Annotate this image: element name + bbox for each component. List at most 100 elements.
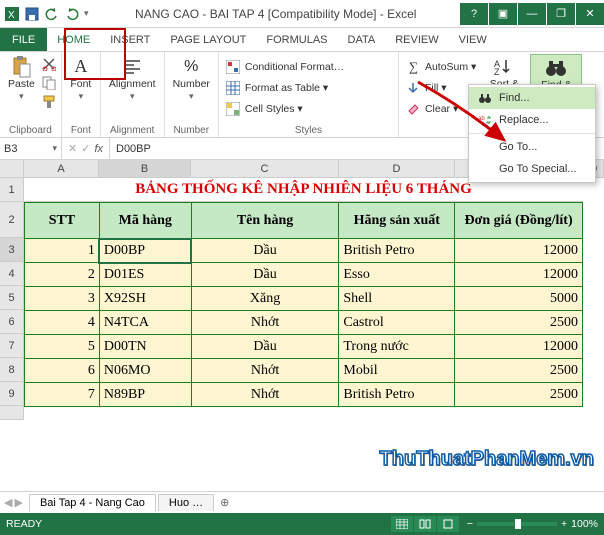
cell-ten[interactable]: Dầu xyxy=(191,239,339,263)
cell-hang[interactable]: Esso xyxy=(339,263,455,287)
paste-button[interactable]: Paste▾ xyxy=(5,54,38,103)
tab-formulas[interactable]: FORMULAS xyxy=(256,28,337,51)
name-box[interactable]: B3▾ xyxy=(0,138,62,159)
cell-ten[interactable]: Nhớt xyxy=(191,383,339,407)
tab-insert[interactable]: INSERT xyxy=(100,28,160,51)
cell-styles-button[interactable]: Cell Styles ▾ xyxy=(224,100,346,117)
sheet-tab-active[interactable]: Bai Tap 4 - Nang Cao xyxy=(29,494,156,512)
cell-hang[interactable]: Mobil xyxy=(339,359,455,383)
new-sheet-button[interactable]: ⊕ xyxy=(220,496,229,509)
cell-hang[interactable]: Trong nước xyxy=(339,335,455,359)
fx-icon[interactable]: fx xyxy=(94,143,103,155)
cell-gia[interactable]: 2500 xyxy=(455,359,583,383)
cell-ma[interactable]: D00BP xyxy=(99,239,191,263)
row-header-6[interactable]: 6 xyxy=(0,310,24,334)
tab-page-layout[interactable]: PAGE LAYOUT xyxy=(160,28,256,51)
cell-ten[interactable]: Dầu xyxy=(191,263,339,287)
cell-ma[interactable]: D01ES xyxy=(99,263,191,287)
restore-button[interactable]: ❐ xyxy=(547,3,575,25)
cell-ten[interactable]: Nhớt xyxy=(191,359,339,383)
minimize-button[interactable]: — xyxy=(518,3,546,25)
qat-customize-icon[interactable]: ▾ xyxy=(84,8,89,19)
autosum-button[interactable]: ∑AutoSum ▾ xyxy=(404,58,478,75)
cell-gia[interactable]: 2500 xyxy=(455,311,583,335)
row-header-2[interactable]: 2 xyxy=(0,202,24,238)
cell-gia[interactable]: 5000 xyxy=(455,287,583,311)
tab-view[interactable]: VIEW xyxy=(449,28,497,51)
select-all-corner[interactable] xyxy=(0,160,24,177)
cancel-icon[interactable]: ✕ xyxy=(68,142,77,155)
menu-item-find[interactable]: Find... xyxy=(469,87,595,109)
file-tab[interactable]: FILE xyxy=(0,28,47,51)
font-button[interactable]: A Font▾ xyxy=(67,54,95,103)
cell-ten[interactable]: Nhớt xyxy=(191,311,339,335)
tab-data[interactable]: DATA xyxy=(338,28,386,51)
cell-ma[interactable]: D00TN xyxy=(99,335,191,359)
sheet-nav-prev[interactable]: ◀ xyxy=(4,496,12,509)
row-header-8[interactable]: 8 xyxy=(0,358,24,382)
cut-icon[interactable] xyxy=(42,57,56,74)
help-button[interactable]: ? xyxy=(460,3,488,25)
sheet-tab-other[interactable]: Huo … xyxy=(158,494,214,511)
col-header-d[interactable]: D xyxy=(339,160,455,177)
cell-ma[interactable]: N4TCA xyxy=(99,311,191,335)
col-header-b[interactable]: B xyxy=(99,160,191,177)
zoom-slider[interactable] xyxy=(477,522,557,526)
header-gia[interactable]: Đơn giá (Đồng/lít) xyxy=(455,203,583,239)
tab-review[interactable]: REVIEW xyxy=(385,28,448,51)
number-button[interactable]: % Number▾ xyxy=(170,54,213,103)
cell-ma[interactable]: X92SH xyxy=(99,287,191,311)
header-ten[interactable]: Tên hàng xyxy=(191,203,339,239)
undo-icon[interactable] xyxy=(44,6,60,22)
tab-home[interactable]: HOME xyxy=(47,28,100,51)
cell-hang[interactable]: Castrol xyxy=(339,311,455,335)
row-header-1[interactable]: 1 xyxy=(0,178,24,202)
view-normal[interactable] xyxy=(391,516,413,532)
enter-icon[interactable]: ✓ xyxy=(81,142,90,155)
cell-stt[interactable]: 5 xyxy=(25,335,100,359)
cell-ten[interactable]: Dầu xyxy=(191,335,339,359)
header-stt[interactable]: STT xyxy=(25,203,100,239)
row-header-5[interactable]: 5 xyxy=(0,286,24,310)
zoom-level[interactable]: 100% xyxy=(571,518,598,530)
cell-stt[interactable]: 4 xyxy=(25,311,100,335)
cell-hang[interactable]: Shell xyxy=(339,287,455,311)
row-header-3[interactable]: 3 xyxy=(0,238,24,262)
cell-hang[interactable]: British Petro xyxy=(339,239,455,263)
cell-ten[interactable]: Xăng xyxy=(191,287,339,311)
close-button[interactable]: ✕ xyxy=(576,3,604,25)
menu-item-goto-special[interactable]: Go To Special... xyxy=(469,158,595,180)
save-icon[interactable] xyxy=(24,6,40,22)
redo-icon[interactable] xyxy=(64,6,80,22)
row-header-9[interactable]: 9 xyxy=(0,382,24,406)
menu-item-replace[interactable]: abacReplace... xyxy=(469,109,595,131)
cell-gia[interactable]: 12000 xyxy=(455,263,583,287)
cell-stt[interactable]: 2 xyxy=(25,263,100,287)
row-header-7[interactable]: 7 xyxy=(0,334,24,358)
menu-item-goto[interactable]: Go To... xyxy=(469,136,595,158)
cell-stt[interactable]: 1 xyxy=(25,239,100,263)
alignment-button[interactable]: Alignment▾ xyxy=(106,54,159,103)
cell-ma[interactable]: N89BP xyxy=(99,383,191,407)
cells-area[interactable]: BẢNG THỐNG KÊ NHẬP NHIÊN LIỆU 6 THÁNG ST… xyxy=(24,178,604,420)
row-header-10[interactable] xyxy=(0,406,24,420)
header-hang[interactable]: Hãng sản xuất xyxy=(339,203,455,239)
col-header-a[interactable]: A xyxy=(24,160,99,177)
zoom-out-button[interactable]: − xyxy=(467,518,473,530)
cell-hang[interactable]: British Petro xyxy=(339,383,455,407)
view-page-break[interactable] xyxy=(437,516,459,532)
header-ma[interactable]: Mã hàng xyxy=(99,203,191,239)
copy-icon[interactable] xyxy=(42,76,56,93)
cell-stt[interactable]: 3 xyxy=(25,287,100,311)
col-header-c[interactable]: C xyxy=(191,160,339,177)
cell-ma[interactable]: N06MO xyxy=(99,359,191,383)
view-page-layout[interactable] xyxy=(414,516,436,532)
cell-stt[interactable]: 6 xyxy=(25,359,100,383)
conditional-format-button[interactable]: Conditional Format… xyxy=(224,58,346,75)
sheet-nav-next[interactable]: ▶ xyxy=(14,496,22,509)
format-as-table-button[interactable]: Format as Table ▾ xyxy=(224,79,346,96)
cell-stt[interactable]: 7 xyxy=(25,383,100,407)
zoom-in-button[interactable]: + xyxy=(561,518,567,530)
ribbon-display-button[interactable]: ▣ xyxy=(489,3,517,25)
cell-gia[interactable]: 2500 xyxy=(455,383,583,407)
